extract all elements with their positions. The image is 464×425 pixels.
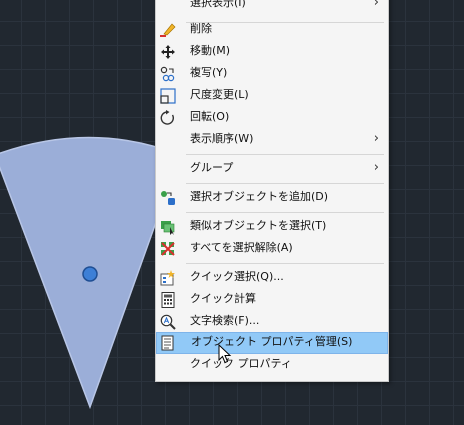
menu-item-draw-order[interactable]: 表示順序(W) ›	[156, 129, 388, 151]
menu-separator	[186, 263, 384, 264]
context-menu: 選択表示(I) › 削除 移動(M) 複写(Y) 尺度変更(L) 回転(O) 表…	[155, 0, 389, 382]
copy-icon	[160, 66, 175, 82]
menu-item-label: クイック計算	[190, 292, 256, 305]
menu-separator	[186, 154, 384, 155]
menu-item-label: 複写(Y)	[190, 66, 228, 79]
scale-icon	[160, 88, 176, 104]
eraser-icon	[160, 23, 176, 37]
menu-item-label: 文字検索(F)...	[190, 314, 260, 327]
chevron-right-icon: ›	[373, 0, 379, 10]
select-similar-icon	[161, 221, 175, 235]
menu-item-move[interactable]: 移動(M)	[156, 41, 388, 63]
menu-item-select-similar[interactable]: 類似オブジェクトを選択(T)	[156, 216, 388, 238]
menu-item-add-selected[interactable]: 選択オブジェクトを追加(D)	[156, 187, 388, 209]
rotate-icon	[160, 110, 174, 125]
quick-select-icon	[160, 270, 175, 286]
menu-separator	[186, 212, 384, 213]
menu-item-delete[interactable]: 削除	[156, 19, 388, 41]
menu-item-label: 選択表示(I)	[190, 0, 246, 9]
blue-grip[interactable]	[82, 266, 98, 282]
menu-item-label: 尺度変更(L)	[190, 88, 249, 101]
menu-item-label: すべてを選択解除(A)	[190, 241, 293, 254]
menu-separator	[186, 183, 384, 184]
menu-item-find-text[interactable]: 文字検索(F)...	[156, 311, 388, 333]
menu-item-label: 削除	[190, 22, 212, 35]
menu-item-label: 回転(O)	[190, 110, 230, 123]
chevron-right-icon: ›	[373, 131, 379, 146]
deselect-all-icon	[161, 242, 175, 256]
menu-item-group[interactable]: グループ ›	[156, 158, 388, 180]
menu-item-selection-display[interactable]: 選択表示(I) ›	[156, 0, 388, 15]
find-text-icon	[160, 314, 176, 330]
menu-item-label: 類似オブジェクトを選択(T)	[190, 219, 327, 232]
menu-item-copy[interactable]: 複写(Y)	[156, 63, 388, 85]
menu-item-rotate[interactable]: 回転(O)	[156, 107, 388, 129]
calculator-icon	[161, 292, 175, 308]
menu-item-quick-calc[interactable]: クイック計算	[156, 289, 388, 311]
menu-item-label: クイック選択(Q)...	[190, 270, 284, 283]
menu-item-scale[interactable]: 尺度変更(L)	[156, 85, 388, 107]
add-selected-icon	[161, 191, 175, 205]
menu-item-object-properties[interactable]: オブジェクト プロパティ管理(S)	[156, 332, 388, 354]
menu-item-label: 表示順序(W)	[190, 132, 254, 145]
move-icon	[161, 45, 175, 59]
menu-item-deselect-all[interactable]: すべてを選択解除(A)	[156, 238, 388, 260]
menu-item-label: 移動(M)	[190, 44, 231, 57]
menu-item-quick-properties[interactable]: クイック プロパティ	[156, 354, 388, 376]
menu-item-label: オブジェクト プロパティ管理(S)	[191, 335, 353, 348]
menu-item-label: 選択オブジェクトを追加(D)	[190, 190, 329, 203]
mouse-cursor-icon	[218, 344, 232, 364]
properties-icon	[161, 335, 174, 351]
menu-item-label: グループ	[190, 161, 234, 174]
menu-item-label: クイック プロパティ	[190, 357, 292, 370]
menu-item-quick-select[interactable]: クイック選択(Q)...	[156, 267, 388, 289]
chevron-right-icon: ›	[373, 160, 379, 175]
